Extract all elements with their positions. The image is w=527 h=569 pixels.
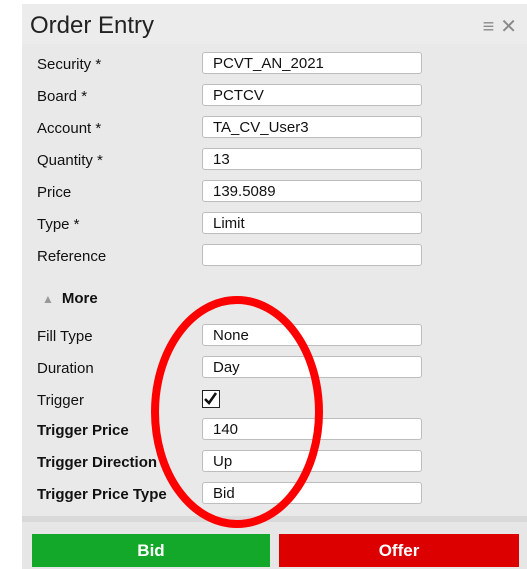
header-icons: ≡✕	[483, 14, 523, 39]
offer-button[interactable]: Offer	[279, 534, 519, 567]
type-input[interactable]	[202, 212, 422, 234]
panel-title: Order Entry	[30, 12, 155, 39]
more-label: More	[61, 290, 98, 307]
panel-header: Order Entry ≡✕	[22, 4, 527, 44]
trigger-price-type-label: Trigger Price Type	[37, 486, 167, 503]
fill-type-label: Fill Type	[37, 328, 93, 345]
chevron-up-icon: ▲	[42, 292, 54, 306]
row-type: Type *	[22, 210, 527, 240]
trigger-price-label: Trigger Price	[37, 422, 129, 439]
type-label: Type *	[37, 216, 80, 233]
board-input[interactable]	[202, 84, 422, 106]
divider	[22, 516, 527, 522]
quantity-label: Quantity *	[37, 152, 103, 169]
fill-type-input[interactable]	[202, 324, 422, 346]
security-input[interactable]	[202, 52, 422, 74]
price-input[interactable]	[202, 180, 422, 202]
order-entry-panel: Order Entry ≡✕ Security * Board * Accoun…	[22, 4, 527, 569]
security-label: Security *	[37, 56, 102, 73]
board-label: Board *	[37, 88, 88, 105]
trigger-price-type-input[interactable]	[202, 482, 422, 504]
row-reference: Reference	[22, 242, 527, 272]
more-toggle[interactable]: ▲ More	[22, 282, 527, 312]
row-security: Security *	[22, 50, 527, 80]
row-trigger-direction: Trigger Direction	[22, 448, 527, 478]
row-board: Board *	[22, 82, 527, 112]
trigger-price-input[interactable]	[202, 418, 422, 440]
reference-input[interactable]	[202, 244, 422, 266]
trigger-label: Trigger	[37, 392, 84, 409]
reference-label: Reference	[37, 248, 107, 265]
quantity-input[interactable]	[202, 148, 422, 170]
row-trigger: Trigger	[22, 386, 527, 416]
account-input[interactable]	[202, 116, 422, 138]
trigger-direction-label: Trigger Direction	[37, 454, 158, 471]
duration-input[interactable]	[202, 356, 422, 378]
row-account: Account *	[22, 114, 527, 144]
row-duration: Duration	[22, 354, 527, 384]
row-fill-type: Fill Type	[22, 322, 527, 352]
row-trigger-price: Trigger Price	[22, 416, 527, 446]
hamburger-icon[interactable]: ≡	[483, 16, 501, 38]
order-form: Security * Board * Account * Quantity * …	[22, 44, 527, 516]
price-label: Price	[37, 184, 72, 201]
close-icon[interactable]: ✕	[500, 16, 523, 38]
row-price: Price	[22, 178, 527, 208]
trigger-checkbox[interactable]	[202, 390, 220, 408]
row-trigger-price-type: Trigger Price Type	[22, 480, 527, 510]
checkmark-icon	[204, 392, 218, 406]
row-quantity: Quantity *	[22, 146, 527, 176]
account-label: Account *	[37, 120, 102, 137]
trigger-direction-input[interactable]	[202, 450, 422, 472]
bid-button[interactable]: Bid	[32, 534, 270, 567]
duration-label: Duration	[37, 360, 94, 377]
